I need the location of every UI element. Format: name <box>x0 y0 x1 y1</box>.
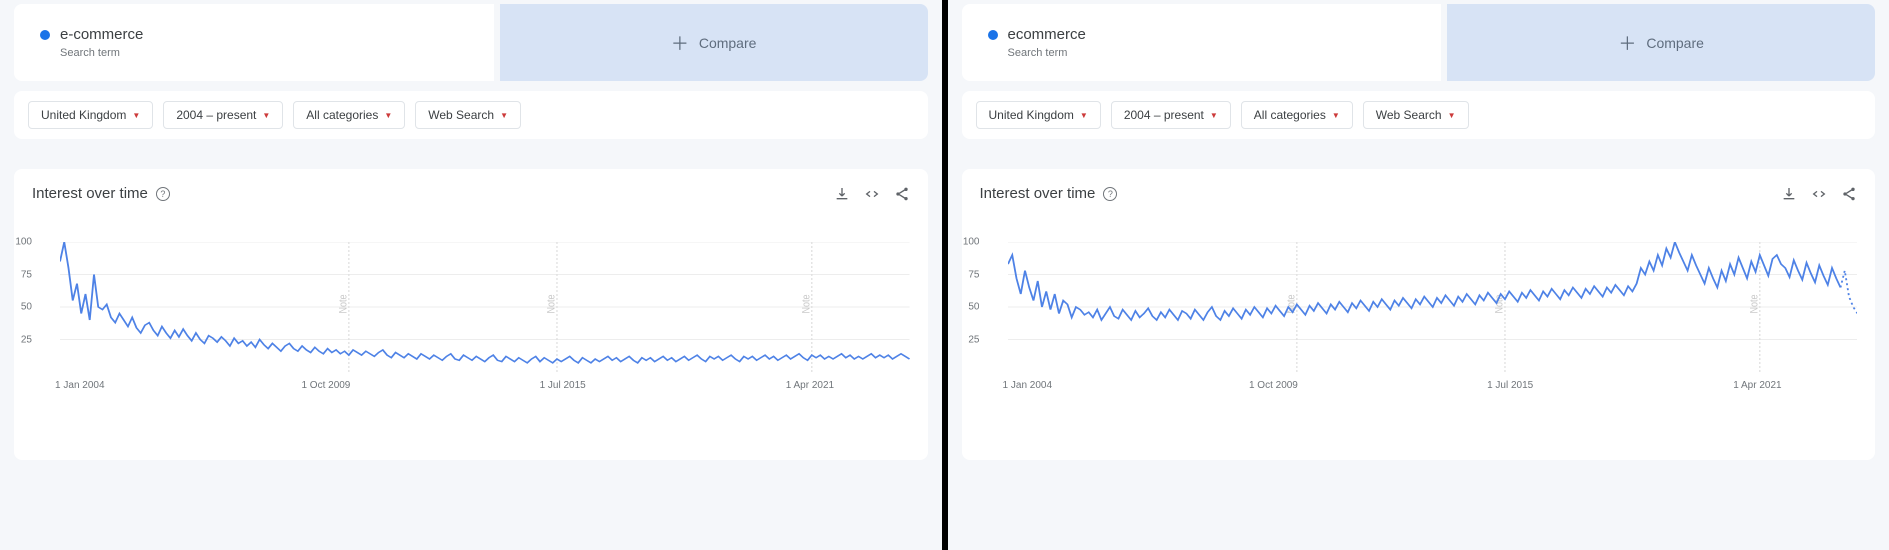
term-subtitle: Search term <box>60 47 468 59</box>
search-term-card[interactable]: ecommerce Search term <box>962 4 1442 81</box>
term-title: e-commerce <box>60 26 143 43</box>
category-filter[interactable]: All categories▼ <box>1241 101 1353 129</box>
compare-button[interactable]: ＋ Compare <box>1447 4 1875 81</box>
trends-panel-right: ecommerce Search term ＋ Compare United K… <box>948 0 1889 550</box>
svg-text:Note: Note <box>546 294 558 313</box>
caret-down-icon: ▼ <box>1332 111 1340 120</box>
term-subtitle: Search term <box>1008 47 1416 59</box>
search-term-card[interactable]: e-commerce Search term <box>14 4 494 81</box>
time-filter[interactable]: 2004 – present▼ <box>163 101 283 129</box>
caret-down-icon: ▼ <box>500 111 508 120</box>
compare-label: Compare <box>699 35 757 51</box>
region-filter[interactable]: United Kingdom▼ <box>976 101 1101 129</box>
category-filter[interactable]: All categories▼ <box>293 101 405 129</box>
search-type-filter[interactable]: Web Search▼ <box>415 101 521 129</box>
compare-button[interactable]: ＋ Compare <box>500 4 928 81</box>
chart-plot: NoteNoteNote <box>1008 242 1858 372</box>
time-filter[interactable]: 2004 – present▼ <box>1111 101 1231 129</box>
svg-text:Note: Note <box>801 294 813 313</box>
share-icon[interactable] <box>894 186 910 202</box>
series-dot-icon <box>40 30 50 40</box>
embed-icon[interactable] <box>1811 186 1827 202</box>
download-icon[interactable] <box>834 186 850 202</box>
embed-icon[interactable] <box>864 186 880 202</box>
svg-text:Note: Note <box>1748 294 1760 313</box>
filter-bar: United Kingdom▼ 2004 – present▼ All cate… <box>14 91 928 139</box>
search-type-filter[interactable]: Web Search▼ <box>1363 101 1469 129</box>
share-icon[interactable] <box>1841 186 1857 202</box>
help-icon[interactable]: ? <box>1103 187 1117 201</box>
chart-card: Interest over time ? 100 75 50 25 NoteN <box>962 169 1876 460</box>
download-icon[interactable] <box>1781 186 1797 202</box>
caret-down-icon: ▼ <box>132 111 140 120</box>
caret-down-icon: ▼ <box>262 111 270 120</box>
trends-panel-left: e-commerce Search term ＋ Compare United … <box>0 0 942 550</box>
series-dot-icon <box>988 30 998 40</box>
svg-text:Note: Note <box>338 294 350 313</box>
caret-down-icon: ▼ <box>1210 111 1218 120</box>
caret-down-icon: ▼ <box>384 111 392 120</box>
caret-down-icon: ▼ <box>1448 111 1456 120</box>
filter-bar: United Kingdom▼ 2004 – present▼ All cate… <box>962 91 1876 139</box>
help-icon[interactable]: ? <box>156 187 170 201</box>
chart-plot: Note Note Note <box>60 242 910 372</box>
region-filter[interactable]: United Kingdom▼ <box>28 101 153 129</box>
caret-down-icon: ▼ <box>1080 111 1088 120</box>
chart-title: Interest over time <box>32 185 148 202</box>
plus-icon: ＋ <box>671 30 689 56</box>
plus-icon: ＋ <box>1618 30 1636 56</box>
chart-title: Interest over time <box>980 185 1096 202</box>
term-title: ecommerce <box>1008 26 1086 43</box>
compare-label: Compare <box>1646 35 1704 51</box>
chart-card: Interest over time ? 100 75 50 25 NoteN <box>14 169 928 460</box>
